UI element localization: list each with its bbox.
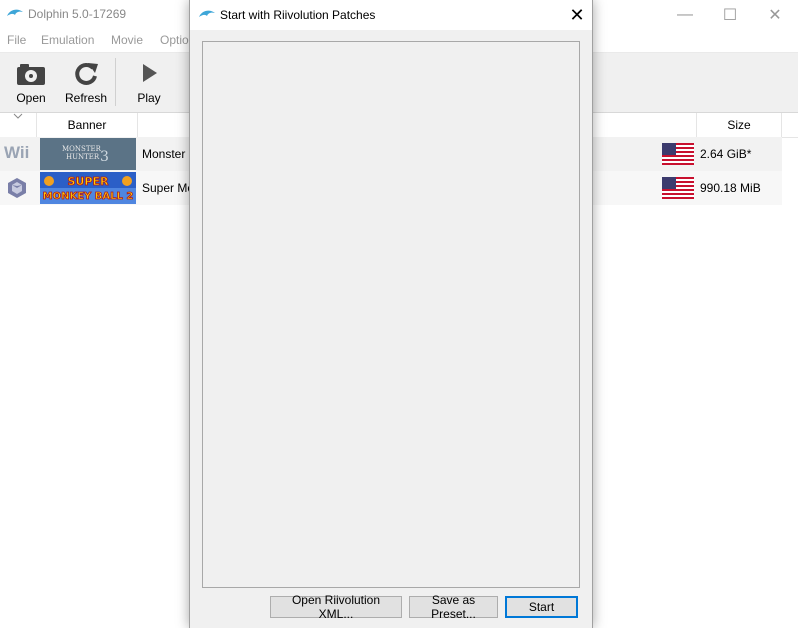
banner-column-header[interactable]: Banner (37, 113, 138, 137)
game-size: 2.64 GiB* (700, 147, 752, 161)
wii-platform-icon: Wii (4, 143, 30, 162)
open-button[interactable]: Open (3, 53, 59, 112)
banner-text-number: 3 (100, 149, 109, 165)
play-label: Play (137, 91, 161, 105)
banner-text-monster: MONSTER (62, 145, 102, 153)
dialog-titlebar: Start with Riivolution Patches ✕ (190, 0, 592, 30)
game-title: Monster (142, 147, 186, 161)
region-column-header[interactable] (658, 113, 697, 137)
minimize-button[interactable]: — (662, 0, 708, 30)
banner-text-hunter: HUNTER (66, 153, 100, 161)
gamecube-platform-icon (8, 178, 26, 198)
us-flag-icon (662, 177, 694, 199)
refresh-icon (75, 62, 98, 85)
refresh-button[interactable]: Refresh (58, 53, 114, 112)
game-size: 990.18 MiB (700, 181, 761, 195)
maximize-button[interactable]: ☐ (707, 0, 753, 30)
close-button[interactable]: ✕ (752, 0, 798, 30)
menu-emulation[interactable]: Emulation (41, 33, 94, 47)
refresh-label: Refresh (64, 91, 108, 105)
us-flag-icon (662, 143, 694, 165)
save-as-preset-button[interactable]: Save as Preset... (409, 593, 498, 621)
platform-column-header[interactable] (0, 113, 37, 137)
dialog-title: Start with Riivolution Patches (220, 8, 376, 22)
game-title: Super Mo (142, 181, 195, 195)
size-column-header[interactable]: Size (697, 113, 782, 137)
main-window-title: Dolphin 5.0-17269 (28, 7, 127, 21)
play-icon (143, 64, 157, 82)
start-button[interactable]: Start (505, 596, 578, 618)
riivolution-dialog: Start with Riivolution Patches ✕ Open Ri… (189, 0, 593, 628)
game-banner: SUPER MONKEY BALL 2 (40, 172, 136, 204)
menu-movie[interactable]: Movie (111, 33, 143, 47)
disc-open-icon (17, 64, 45, 85)
game-banner: MONSTER HUNTER 3 (40, 138, 136, 170)
dolphin-logo-icon (199, 10, 215, 17)
menu-options[interactable]: Optio (160, 33, 189, 47)
play-button[interactable]: Play (121, 53, 177, 112)
menu-file[interactable]: File (7, 33, 26, 47)
dialog-close-button[interactable]: ✕ (562, 0, 592, 30)
chevron-down-icon (13, 113, 23, 119)
banner-text-super: SUPER (68, 175, 109, 188)
patch-list-panel[interactable] (202, 41, 580, 588)
banner-text-monkey-ball: MONKEY BALL 2 (43, 191, 134, 202)
dolphin-logo-icon (7, 9, 23, 16)
open-label: Open (16, 91, 46, 105)
open-riivolution-xml-button[interactable]: Open Riivolution XML... (270, 593, 402, 621)
toolbar-separator (115, 58, 116, 106)
